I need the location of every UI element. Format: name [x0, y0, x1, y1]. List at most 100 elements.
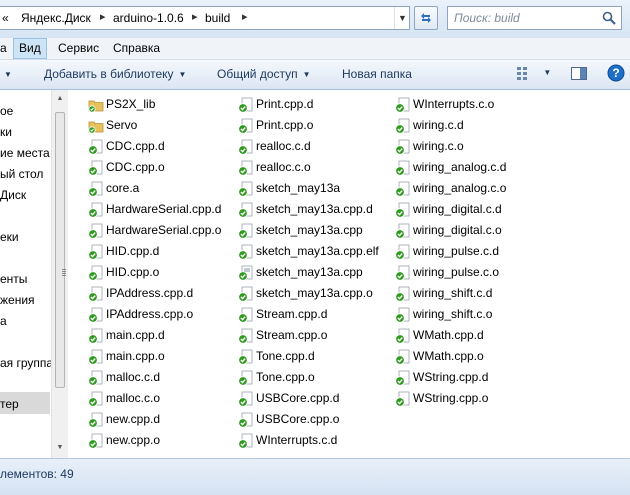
file-item[interactable]: Tone.cpp.d — [238, 347, 388, 367]
file-item[interactable]: wiring.c.d — [395, 116, 545, 136]
file-item[interactable]: wiring_shift.c.o — [395, 305, 545, 325]
file-item[interactable]: IPAddress.cpp.d — [88, 284, 238, 304]
scroll-down-icon[interactable]: ▼ — [52, 444, 68, 451]
file-item[interactable]: wiring_analog.c.o — [395, 179, 545, 199]
menu-item-help[interactable]: Справка — [111, 38, 162, 59]
nav-item-computer[interactable]: тер — [0, 397, 19, 411]
file-item[interactable]: CDC.cpp.d — [88, 137, 238, 157]
scroll-up-icon[interactable]: ▲ — [52, 95, 68, 102]
file-item[interactable]: CDC.cpp.o — [88, 158, 238, 178]
file-item[interactable]: wiring_pulse.c.d — [395, 242, 545, 262]
nav-item-libraries[interactable]: еки — [0, 230, 19, 244]
file-name: WInterrupts.c.o — [413, 97, 495, 111]
menu-item-edit[interactable]: а — [0, 38, 9, 59]
folder-synced-icon — [88, 118, 104, 134]
file-item[interactable]: wiring_digital.c.d — [395, 200, 545, 220]
file-item[interactable]: main.cpp.d — [88, 326, 238, 346]
nav-item-pictures[interactable]: жения — [0, 293, 35, 307]
address-dropdown-button[interactable]: ▼ — [394, 7, 410, 29]
file-item[interactable]: HID.cpp.d — [88, 242, 238, 262]
file-item[interactable]: HardwareSerial.cpp.o — [88, 221, 238, 241]
file-item[interactable]: USBCore.cpp.o — [238, 410, 388, 430]
file-item[interactable]: WString.cpp.o — [395, 389, 545, 409]
file-item[interactable]: core.a — [88, 179, 238, 199]
file-synced-icon — [395, 391, 411, 407]
file-item[interactable]: Print.cpp.d — [238, 95, 388, 115]
file-name: USBCore.cpp.d — [256, 391, 340, 405]
file-item[interactable]: wiring.c.o — [395, 137, 545, 157]
file-item[interactable]: new.cpp.o — [88, 431, 238, 451]
menu-item-tools[interactable]: Сервис — [56, 38, 101, 59]
file-item[interactable]: wiring_shift.c.d — [395, 284, 545, 304]
nav-item-homegroup[interactable]: ая группа — [0, 356, 53, 370]
breadcrumb-item-arduino[interactable]: arduino-1.0.6 — [113, 11, 184, 25]
file-name: main.cpp.d — [106, 328, 165, 342]
file-name: Servo — [106, 118, 138, 132]
file-item[interactable]: malloc.c.d — [88, 368, 238, 388]
file-name: HardwareSerial.cpp.d — [106, 202, 222, 216]
view-options-button[interactable]: ▼ — [516, 65, 551, 81]
file-item[interactable]: WMath.cpp.o — [395, 347, 545, 367]
file-item[interactable]: realloc.c.d — [238, 137, 388, 157]
nav-item-downloads[interactable]: ки — [0, 125, 12, 139]
nav-item-favorites[interactable]: ое — [0, 104, 13, 118]
file-item[interactable]: WInterrupts.c.d — [238, 431, 388, 451]
file-item[interactable]: sketch_may13a.cpp — [238, 221, 388, 241]
file-item[interactable]: WString.cpp.d — [395, 368, 545, 388]
new-folder-button[interactable]: Новая папка — [342, 67, 412, 81]
nav-item-yandex-disk[interactable]: Диск — [0, 188, 26, 202]
preview-pane-button[interactable] — [570, 65, 588, 84]
breadcrumb-item-build[interactable]: build — [205, 11, 230, 25]
search-input[interactable]: Поиск: build — [447, 6, 622, 30]
file-item[interactable]: WInterrupts.c.o — [395, 95, 545, 115]
breadcrumb-separator[interactable]: ▸ — [242, 10, 248, 23]
file-item[interactable]: Stream.cpp.d — [238, 305, 388, 325]
file-item[interactable]: sketch_may13a.cpp.o — [238, 284, 388, 304]
file-item[interactable]: HardwareSerial.cpp.d — [88, 200, 238, 220]
file-item[interactable]: malloc.c.o — [88, 389, 238, 409]
nav-scrollbar[interactable]: ▲ ▼ — [51, 90, 68, 458]
file-item[interactable]: wiring_pulse.c.o — [395, 263, 545, 283]
file-name: Print.cpp.d — [256, 97, 314, 111]
file-item[interactable]: wiring_digital.c.o — [395, 221, 545, 241]
scroll-thumb[interactable] — [55, 112, 66, 388]
file-item[interactable]: sketch_may13a.cpp.elf — [238, 242, 388, 262]
nav-item-recent-places[interactable]: ие места — [0, 146, 50, 160]
file-item[interactable]: sketch_may13a — [238, 179, 388, 199]
refresh-button[interactable] — [414, 6, 438, 30]
file-item[interactable]: Servo — [88, 116, 238, 136]
file-item[interactable]: WMath.cpp.d — [395, 326, 545, 346]
file-item[interactable]: PS2X_lib — [88, 95, 238, 115]
file-item[interactable]: main.cpp.o — [88, 347, 238, 367]
breadcrumb-separator[interactable]: ▸ — [192, 10, 198, 23]
file-synced-icon — [238, 160, 254, 176]
nav-item-desktop[interactable]: ый стол — [0, 167, 43, 181]
file-synced-icon — [238, 139, 254, 155]
add-to-library-button[interactable]: Добавить в библиотеку ▼ — [44, 67, 186, 81]
file-item[interactable]: sketch_may13a.cpp.d — [238, 200, 388, 220]
menu-item-view[interactable]: Вид — [13, 38, 47, 59]
file-item[interactable]: sketch_may13a.cpp — [238, 263, 388, 283]
address-bar: « Яндекс.Диск ▸ arduino-1.0.6 ▸ build ▸ … — [0, 0, 630, 39]
nav-item-documents[interactable]: енты — [0, 272, 27, 286]
breadcrumb[interactable]: « Яндекс.Диск ▸ arduino-1.0.6 ▸ build ▸ … — [0, 6, 410, 30]
nav-item-music[interactable]: а — [0, 314, 7, 328]
file-item[interactable]: HID.cpp.o — [88, 263, 238, 283]
breadcrumb-item-yandex-disk[interactable]: Яндекс.Диск — [21, 11, 91, 25]
file-item[interactable]: IPAddress.cpp.o — [88, 305, 238, 325]
file-item[interactable]: Tone.cpp.o — [238, 368, 388, 388]
chevron-down-icon[interactable]: ▼ — [4, 70, 12, 79]
search-icon[interactable] — [601, 10, 617, 26]
file-item[interactable]: Stream.cpp.o — [238, 326, 388, 346]
file-item[interactable]: realloc.c.o — [238, 158, 388, 178]
breadcrumb-separator[interactable]: ▸ — [100, 10, 106, 23]
file-name: Tone.cpp.d — [256, 349, 315, 363]
help-button[interactable]: ? — [607, 64, 625, 85]
command-bar: ▼ Добавить в библиотеку ▼ Общий доступ ▼ Н… — [0, 60, 630, 90]
breadcrumb-overflow[interactable]: « — [2, 11, 9, 25]
file-item[interactable]: Print.cpp.o — [238, 116, 388, 136]
file-item[interactable]: new.cpp.d — [88, 410, 238, 430]
file-item[interactable]: wiring_analog.c.d — [395, 158, 545, 178]
share-button[interactable]: Общий доступ ▼ — [217, 67, 311, 81]
file-item[interactable]: USBCore.cpp.d — [238, 389, 388, 409]
